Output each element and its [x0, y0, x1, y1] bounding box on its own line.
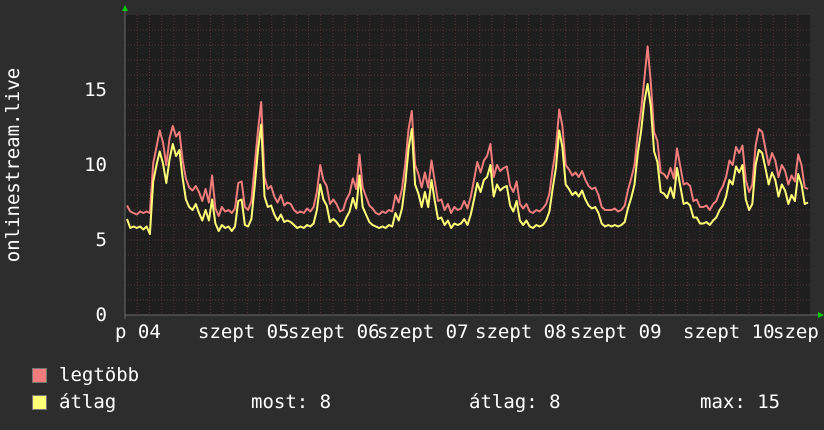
stat-current: most: 8 [251, 391, 332, 413]
x-tick-label: szept 08 [475, 321, 567, 343]
grid-lines [125, 15, 810, 315]
x-tick-label: szept 06 [288, 321, 380, 343]
x-tick-label: p 04 [115, 321, 161, 343]
legend-label-average: átlag [59, 391, 117, 413]
y-tick-label: 15 [84, 79, 107, 101]
legend-label-max: legtöbb [59, 364, 140, 386]
x-tick-label: szep [773, 321, 819, 343]
y-axis-label: onlinestream.live [2, 68, 24, 262]
stat-max: max: 15 [700, 391, 781, 413]
x-tick-label: szept 09 [570, 321, 662, 343]
legend-item-average: átlag [32, 391, 116, 413]
y-tick-label: 10 [84, 154, 107, 176]
legend-item-max: legtöbb [32, 364, 139, 386]
x-tick-labels: p 04 szept 05szept 06szept 07 szept 08 szep… [115, 321, 819, 343]
x-tick-label: szept 07 [377, 321, 469, 343]
x-tick-label: szept 05 [198, 321, 290, 343]
stat-average: átlag: 8 [469, 391, 561, 413]
x-tick-label: szept 10 [683, 321, 775, 343]
legend-swatch-max [32, 367, 47, 383]
legend-swatch-average [32, 394, 47, 410]
y-tick-label: 5 [96, 229, 107, 251]
y-tick-label: 0 [96, 304, 107, 326]
